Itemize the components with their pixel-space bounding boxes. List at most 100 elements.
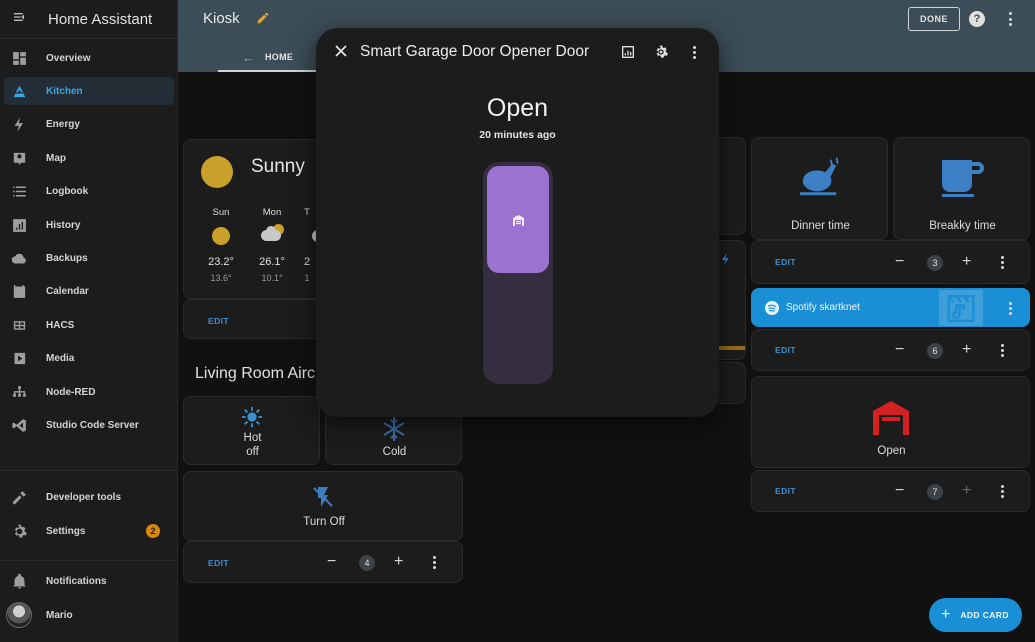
lightning-icon <box>4 116 34 133</box>
map-icon <box>4 150 34 167</box>
sidebar-item-label: Notifications <box>46 575 107 587</box>
sidebar-item-label: Studio Code Server <box>46 419 139 431</box>
kitchen-icon <box>4 83 34 100</box>
dashboard-icon <box>4 50 34 67</box>
pencil-icon[interactable] <box>256 11 270 25</box>
edit-button[interactable]: EDIT <box>775 345 796 355</box>
sidebar-item-label: Node-RED <box>46 386 96 398</box>
sidebar-item-history[interactable]: History <box>4 211 174 239</box>
hammer-icon <box>4 489 34 506</box>
sidebar-item-label: Settings <box>46 525 86 537</box>
plus-icon[interactable]: + <box>962 483 971 499</box>
more-menu-icon[interactable] <box>999 256 1005 269</box>
sidebar-item-overview[interactable]: Overview <box>4 44 174 72</box>
add-card-button[interactable]: + ADD CARD <box>929 598 1022 632</box>
minus-icon[interactable]: − <box>895 483 904 499</box>
garage-icon <box>513 213 524 226</box>
right-edit-bar-1: EDIT − 3 + <box>751 240 1030 284</box>
snowflake-icon <box>378 417 410 441</box>
more-menu-icon[interactable] <box>999 344 1005 357</box>
tile-label: Breakky time <box>929 220 996 232</box>
sidebar-item-label: HACS <box>46 319 75 331</box>
sidebar-item-energy[interactable]: Energy <box>4 110 174 138</box>
sidebar-item-developer-tools[interactable]: Developer tools <box>4 483 174 511</box>
sidebar-item-logbook[interactable]: Logbook <box>4 177 174 205</box>
right-edit-bar-2: EDIT − 6 + <box>751 329 1030 371</box>
gear-icon[interactable] <box>653 44 669 60</box>
media-icon <box>4 350 34 367</box>
turn-off-tile[interactable]: Turn Off <box>183 471 463 541</box>
sidebar-item-media[interactable]: Media <box>4 344 174 372</box>
hacs-icon <box>4 317 34 334</box>
sidebar-item-node-red[interactable]: Node-RED <box>4 378 174 406</box>
media-source: Spotify skartknet <box>786 302 860 313</box>
plus-icon[interactable]: + <box>394 554 403 570</box>
edit-button[interactable]: EDIT <box>775 486 796 496</box>
more-menu-icon[interactable] <box>1007 12 1013 26</box>
more-menu-icon[interactable] <box>999 485 1005 498</box>
sidebar-item-map[interactable]: Map <box>4 144 174 172</box>
tile-label: Turn Off <box>303 516 345 528</box>
gear-icon <box>4 523 34 540</box>
entity-state: Open <box>486 94 549 122</box>
more-menu-icon[interactable] <box>431 556 437 569</box>
breakfast-time-tile[interactable]: Breakky time <box>893 137 1030 240</box>
last-changed: 20 minutes ago <box>479 129 556 141</box>
edit-button[interactable]: EDIT <box>208 316 229 326</box>
sidebar-item-label: Developer tools <box>46 491 122 503</box>
turkey-icon <box>796 156 842 198</box>
sidebar-item-hacs[interactable]: HACS <box>4 311 174 339</box>
cloud-icon <box>4 250 34 267</box>
spotify-card[interactable]: Spotify skartknet <box>751 288 1030 327</box>
forecast-low: 10.1° <box>261 273 283 283</box>
history-chart-icon[interactable] <box>620 44 636 60</box>
sidebar-item-settings[interactable]: Settings 2 <box>4 517 174 545</box>
arrow-left-icon[interactable]: ← <box>242 50 255 65</box>
forecast-day: T <box>304 207 310 218</box>
tab-home[interactable]: ← HOME <box>218 44 318 72</box>
sun-icon <box>239 406 265 428</box>
garage-door-tile[interactable]: Open <box>751 376 1030 468</box>
more-menu-icon[interactable] <box>691 46 697 59</box>
sidebar-item-kitchen[interactable]: Kitchen <box>4 77 174 105</box>
done-button[interactable]: DONE <box>908 7 960 31</box>
menu-icon[interactable] <box>0 9 40 30</box>
sidebar-item-label: Mario <box>46 609 73 621</box>
position-count: 6 <box>927 343 943 359</box>
close-icon[interactable] <box>334 44 348 58</box>
lightning-icon <box>719 251 733 267</box>
sidebar-item-backups[interactable]: Backups <box>4 244 174 272</box>
minus-icon[interactable]: − <box>327 554 336 570</box>
slider-fill[interactable] <box>487 166 549 273</box>
sidebar-item-label: Media <box>46 352 75 364</box>
tab-label: HOME <box>265 52 294 62</box>
right-edit-bar-3: EDIT − 7 + <box>751 470 1030 512</box>
hot-tile[interactable]: Hot off <box>183 396 320 465</box>
plus-icon[interactable]: + <box>962 254 971 270</box>
partly-cloudy-icon <box>261 224 285 244</box>
sidebar-item-notifications[interactable]: Notifications <box>4 567 174 595</box>
minus-icon[interactable]: − <box>895 254 904 270</box>
music-video-icon <box>939 290 983 326</box>
sidebar-divider <box>0 470 178 471</box>
forecast-day: Sun <box>212 207 230 218</box>
sidebar-item-label: Logbook <box>46 185 89 197</box>
dashboard-title: Kiosk <box>203 10 240 27</box>
plus-icon[interactable]: + <box>962 342 971 358</box>
avatar <box>4 602 34 628</box>
minus-icon[interactable]: − <box>895 342 904 358</box>
door-position-slider[interactable] <box>483 162 553 384</box>
forecast-low: 1 <box>304 273 310 283</box>
sidebar-item-studio-code-server[interactable]: Studio Code Server <box>4 411 174 439</box>
position-count: 7 <box>927 484 943 500</box>
tile-label: Hot <box>243 432 262 444</box>
sidebar-item-label: Overview <box>46 52 91 64</box>
more-menu-icon[interactable] <box>1007 302 1013 315</box>
sidebar-item-user[interactable]: Mario <box>4 601 174 629</box>
sidebar-item-calendar[interactable]: Calendar <box>4 277 174 305</box>
dinner-time-tile[interactable]: Dinner time <box>751 137 888 240</box>
edit-button[interactable]: EDIT <box>208 558 229 568</box>
sidebar-item-label: Map <box>46 152 66 164</box>
help-icon[interactable]: ? <box>969 11 985 27</box>
edit-button[interactable]: EDIT <box>775 257 796 267</box>
